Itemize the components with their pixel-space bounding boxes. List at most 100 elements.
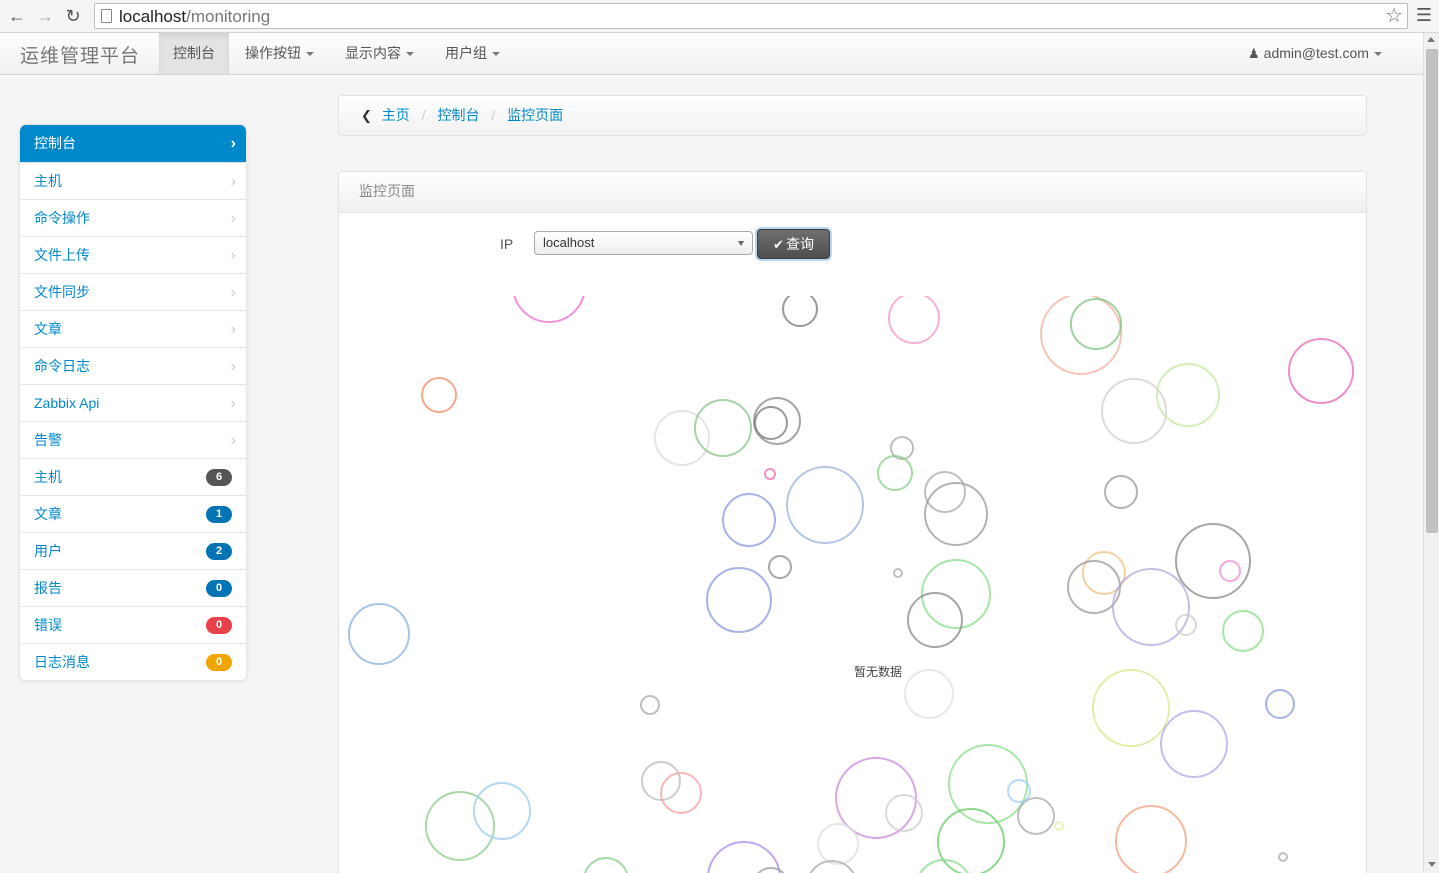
decorative-bubble xyxy=(1017,797,1055,835)
decorative-bubble xyxy=(904,669,954,719)
sidebar-item[interactable]: 主机 6 xyxy=(20,458,246,495)
scroll-up-icon[interactable] xyxy=(1427,37,1435,42)
caret-down-icon xyxy=(1373,52,1382,57)
decorative-bubble xyxy=(694,399,752,457)
decorative-bubble xyxy=(1101,378,1167,444)
nav-display-dropdown[interactable]: 显示内容 xyxy=(331,33,428,74)
empty-state-text: 暂无数据 xyxy=(854,665,903,679)
decorative-bubble xyxy=(1156,363,1220,427)
decorative-bubble xyxy=(473,782,531,840)
sidebar-item-label: 命令日志 xyxy=(34,358,90,374)
sidebar-item-label: 错误 xyxy=(34,617,62,633)
decorative-bubble xyxy=(660,772,702,814)
scroll-down-icon[interactable] xyxy=(1428,862,1436,867)
query-button[interactable]: ✔ 查询 xyxy=(757,229,830,259)
sidebar-item[interactable]: 主机 › xyxy=(20,162,246,199)
chevron-right-icon: › xyxy=(230,247,236,264)
breadcrumb-current[interactable]: 监控页面 xyxy=(507,107,563,123)
breadcrumb-separator: / xyxy=(421,107,426,123)
decorative-bubble xyxy=(1175,523,1251,599)
sidebar-item[interactable]: 报告 0 xyxy=(20,569,246,606)
sidebar-item[interactable]: 文章 › xyxy=(20,310,246,347)
breadcrumb-dashboard[interactable]: 控制台 xyxy=(437,107,479,123)
decorative-bubble xyxy=(1092,669,1170,747)
decorative-bubble xyxy=(1160,710,1228,778)
bubble-chart-area: 暂无数据 xyxy=(339,296,1366,873)
chevron-right-icon: › xyxy=(230,432,236,449)
breadcrumb-separator: / xyxy=(491,107,496,123)
bookmark-star-icon[interactable]: ☆ xyxy=(1385,4,1403,28)
decorative-bubble xyxy=(706,567,772,633)
sidebar-item[interactable]: 日志消息 0 xyxy=(20,643,246,680)
ip-select-value: localhost xyxy=(543,235,595,250)
decorative-bubble xyxy=(924,471,966,513)
sidebar-item[interactable]: 文件同步 › xyxy=(20,273,246,310)
sidebar-item-label: 文章 xyxy=(34,506,62,522)
nav-usergroup-dropdown[interactable]: 用户组 xyxy=(431,33,514,74)
reload-icon[interactable]: ↻ xyxy=(62,5,84,27)
decorative-bubbles xyxy=(348,296,1354,873)
dropdown-arrow-icon xyxy=(738,241,744,246)
sidebar-item-label: Zabbix Api xyxy=(34,395,100,411)
browser-menu-icon[interactable]: ☰ xyxy=(1414,5,1434,25)
sidebar-item-label: 用户 xyxy=(34,543,62,559)
check-icon: ✔ xyxy=(773,237,784,252)
decorative-bubble xyxy=(1265,689,1295,719)
decorative-bubble xyxy=(584,857,628,873)
sidebar-item[interactable]: 告警 › xyxy=(20,421,246,458)
chevron-right-icon: › xyxy=(230,284,236,301)
chevron-right-icon: › xyxy=(230,135,236,152)
decorative-bubble xyxy=(817,823,859,865)
brand-title[interactable]: 运维管理平台 xyxy=(20,41,140,68)
user-menu-dropdown[interactable]: ♟ admin@test.com xyxy=(1234,33,1396,74)
decorative-bubble xyxy=(640,695,660,715)
decorative-bubble xyxy=(1219,560,1241,582)
sidebar-item[interactable]: 控制台 › xyxy=(20,125,246,162)
sidebar-item-label: 文件同步 xyxy=(34,284,90,300)
decorative-bubble xyxy=(425,791,495,861)
scrollbar-thumb[interactable] xyxy=(1426,49,1438,533)
decorative-bubble xyxy=(764,468,776,480)
chevron-right-icon: › xyxy=(230,358,236,375)
forward-arrow-icon[interactable]: → xyxy=(34,5,56,27)
address-bar[interactable]: localhost/monitoring ☆ xyxy=(94,3,1408,29)
decorative-bubble xyxy=(1222,610,1264,652)
caret-down-icon xyxy=(306,52,314,57)
sidebar-item-label: 日志消息 xyxy=(34,654,90,670)
decorative-bubble xyxy=(782,296,818,327)
back-arrow-icon[interactable]: ← xyxy=(6,5,28,27)
sidebar-nav: 控制台 › 主机 › 命令操作 › 文件上传 › 文件同步 › 文章 › 命令日志 › Zabbix Api… xyxy=(19,124,247,681)
decorative-bubble xyxy=(877,455,913,491)
chevron-right-icon: › xyxy=(230,321,236,338)
sidebar-item[interactable]: 命令日志 › xyxy=(20,347,246,384)
breadcrumb-home[interactable]: 主页 xyxy=(382,107,410,123)
url-text[interactable]: localhost/monitoring xyxy=(119,6,270,28)
sidebar-item-label: 命令操作 xyxy=(34,210,90,226)
decorative-bubble xyxy=(1112,568,1190,646)
decorative-bubble xyxy=(1288,338,1354,404)
nav-dashboard[interactable]: 控制台 xyxy=(159,33,229,74)
query-form: IP localhost ✔ 查询 xyxy=(339,229,1366,261)
decorative-bubble xyxy=(1054,821,1064,831)
sidebar-item[interactable]: 命令操作 › xyxy=(20,199,246,236)
sidebar-item[interactable]: 用户 2 xyxy=(20,532,246,569)
count-badge: 0 xyxy=(206,617,232,634)
decorative-bubble xyxy=(1115,805,1187,873)
nav-actions-dropdown[interactable]: 操作按钮 xyxy=(231,33,328,74)
sidebar-item[interactable]: 错误 0 xyxy=(20,606,246,643)
sidebar-item-label: 告警 xyxy=(34,432,62,448)
sidebar-item[interactable]: 文件上传 › xyxy=(20,236,246,273)
sidebar-item-label: 主机 xyxy=(34,469,62,485)
chevron-left-icon[interactable]: ❮ xyxy=(361,96,372,135)
sidebar-item-label: 主机 xyxy=(34,173,62,189)
sidebar-item[interactable]: 文章 1 xyxy=(20,495,246,532)
page-icon xyxy=(101,9,112,23)
decorative-bubble xyxy=(421,377,457,413)
chevron-right-icon: › xyxy=(230,173,236,190)
ip-select[interactable]: localhost xyxy=(534,231,753,255)
decorative-bubble xyxy=(1278,852,1288,862)
chevron-right-icon: › xyxy=(230,210,236,227)
sidebar-item[interactable]: Zabbix Api › xyxy=(20,384,246,421)
page-scrollbar[interactable] xyxy=(1423,33,1439,873)
decorative-bubble xyxy=(1104,475,1138,509)
